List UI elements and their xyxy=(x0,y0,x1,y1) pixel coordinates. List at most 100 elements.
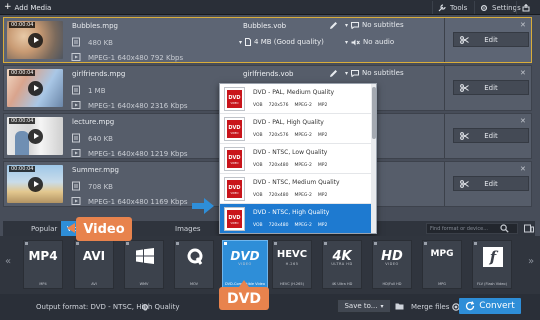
save-to-button[interactable]: Save to... ▾ xyxy=(337,299,391,313)
preset-meta-resolution: 720x576 xyxy=(268,103,289,108)
play-icon[interactable] xyxy=(28,129,43,144)
corner-indicator-icon xyxy=(126,242,129,245)
format-logo: MP4 xyxy=(28,249,58,263)
convert-button[interactable]: Convert xyxy=(459,298,521,314)
top-toolbar: + Add Media Tools Settings xyxy=(0,0,540,15)
export-button[interactable] xyxy=(516,1,535,14)
search-icon[interactable] xyxy=(500,224,509,233)
chevron-down-icon: ▾ xyxy=(345,21,349,29)
format-avi[interactable]: AVI AVI xyxy=(74,240,114,289)
audio-dropdown[interactable]: ▾ No audio xyxy=(345,38,394,46)
edit-button[interactable]: Edit xyxy=(453,32,529,47)
edit-button[interactable]: Edit xyxy=(453,176,529,191)
edit-label: Edit xyxy=(484,179,498,188)
play-icon[interactable] xyxy=(28,81,43,96)
format-mov[interactable]: MOV xyxy=(174,240,214,289)
preset-meta-container: VOB xyxy=(253,163,263,168)
preset-title: DVD - PAL, Medium Quality xyxy=(253,89,335,96)
preset-item[interactable]: DVD VIDEO DVD - PAL, Medium Quality VOB 72… xyxy=(220,84,371,114)
duration-label: 00:00:04 xyxy=(9,118,36,124)
gear-icon[interactable] xyxy=(141,303,149,311)
preset-item[interactable]: DVD VIDEO DVD - NTSC, Medium Quality VOB 7… xyxy=(220,174,371,204)
tab-popular[interactable]: Popular xyxy=(25,221,63,236)
flash-logo-icon: f xyxy=(483,247,503,267)
edit-label: Edit xyxy=(484,83,498,92)
output-file-name: girlfriends.vob xyxy=(243,70,294,78)
close-icon[interactable]: ✕ xyxy=(520,117,526,125)
merge-files-toggle[interactable]: Merge files xyxy=(411,303,461,311)
row-divider xyxy=(444,18,445,62)
speaker-mute-icon xyxy=(351,39,360,46)
format-4k[interactable]: 4K ULTRA HD 4K Ultra HD xyxy=(322,240,362,289)
preset-item-selected[interactable]: DVD VIDEO DVD - NTSC, High Quality VOB 720… xyxy=(220,204,371,233)
tools-label: Tools xyxy=(450,3,468,12)
corner-indicator-icon xyxy=(176,242,179,245)
output-file-icon xyxy=(245,38,252,46)
merge-files-label: Merge files xyxy=(411,303,450,311)
folder-icon[interactable] xyxy=(395,303,404,310)
device-detect-icon[interactable] xyxy=(524,224,534,233)
subtitles-dropdown[interactable]: ▾ No subtitles xyxy=(345,21,404,29)
tab-images[interactable]: Images xyxy=(169,221,207,236)
close-icon[interactable]: ✕ xyxy=(520,69,526,77)
output-size-label: 4 MB (Good quality) xyxy=(254,38,324,46)
file-size-icon xyxy=(72,85,80,95)
rename-pencil-icon[interactable] xyxy=(329,21,338,30)
format-flv[interactable]: f FLV (Flash Video) xyxy=(472,240,512,289)
video-thumbnail[interactable]: 00:00:04 xyxy=(7,165,63,203)
format-hevc[interactable]: HEVC H.265 HEVC (H.265) xyxy=(272,240,312,289)
format-label: HEVC (H.265) xyxy=(280,282,304,286)
preset-title: DVD - NTSC, Medium Quality xyxy=(253,179,340,186)
preset-item[interactable]: DVD VIDEO DVD - PAL, High Quality VOB 720x… xyxy=(220,114,371,144)
file-row[interactable]: 00:00:04 Bubbles.mpg 480 KB MPEG-1 640x4… xyxy=(3,17,532,63)
format-logo: HEVC xyxy=(276,249,308,260)
svg-text:DVD: DVD xyxy=(228,125,240,131)
row-divider xyxy=(444,66,445,110)
bottom-bar: Output format: DVD - NTSC, High Quality … xyxy=(0,294,540,320)
file-name: Bubbles.mpg xyxy=(72,22,118,30)
video-thumbnail[interactable]: 00:00:04 xyxy=(7,21,63,59)
output-size-dropdown[interactable]: ▾ 4 MB (Good quality) xyxy=(239,38,324,46)
video-thumbnail[interactable]: 00:00:04 xyxy=(7,69,63,107)
svg-text:VIDEO: VIDEO xyxy=(231,221,239,225)
dvd-icon: DVD VIDEO xyxy=(224,177,245,201)
play-icon[interactable] xyxy=(28,33,43,48)
save-to-label: Save to... xyxy=(344,302,378,310)
scroll-right-icon[interactable]: » xyxy=(528,256,534,267)
video-thumbnail[interactable]: 00:00:04 xyxy=(7,117,63,155)
speech-bubble-icon xyxy=(351,21,360,29)
tools-icon xyxy=(438,3,446,12)
format-label: 4K Ultra HD xyxy=(331,282,353,286)
play-icon[interactable] xyxy=(28,177,43,192)
format-label: MP4 xyxy=(39,282,47,286)
preset-meta-resolution: 720x480 xyxy=(268,223,289,228)
format-mp4[interactable]: MP4 MP4 xyxy=(23,240,63,289)
tools-button[interactable]: Tools xyxy=(432,1,472,14)
dropdown-scrollbar-thumb[interactable] xyxy=(372,87,376,139)
windows-logo-icon xyxy=(136,248,154,264)
subtitles-dropdown[interactable]: ▾ No subtitles xyxy=(345,69,404,77)
scroll-left-icon[interactable]: « xyxy=(5,256,11,267)
close-icon[interactable]: ✕ xyxy=(520,165,526,173)
svg-text:DVD: DVD xyxy=(228,155,240,161)
file-size-icon xyxy=(72,37,80,47)
format-mpg[interactable]: MPG MPG xyxy=(422,240,462,289)
edit-button[interactable]: Edit xyxy=(453,128,529,143)
rename-pencil-icon[interactable] xyxy=(329,69,338,78)
file-size: 480 KB xyxy=(88,39,113,47)
speech-bubble-icon xyxy=(351,69,360,77)
tab-label: Popular xyxy=(31,224,58,233)
preset-item[interactable]: DVD VIDEO DVD - NTSC, Low Quality VOB 720x… xyxy=(220,144,371,174)
subtitles-label: No subtitles xyxy=(362,69,404,77)
file-size: 1 MB xyxy=(88,87,106,95)
preset-dropdown[interactable]: DVD VIDEO DVD - PAL, Medium Quality VOB 72… xyxy=(219,83,377,234)
format-wmv[interactable]: WMV xyxy=(124,240,164,289)
refresh-icon xyxy=(465,301,475,311)
video-info-icon xyxy=(71,197,81,205)
format-sublogo: H.265 xyxy=(285,262,299,266)
close-icon[interactable]: ✕ xyxy=(520,21,526,29)
format-hd[interactable]: HD VIDEO HD/Full HD xyxy=(372,240,412,289)
add-media-button[interactable]: + Add Media xyxy=(4,2,51,13)
file-size: 708 KB xyxy=(88,183,113,191)
edit-button[interactable]: Edit xyxy=(453,80,529,95)
